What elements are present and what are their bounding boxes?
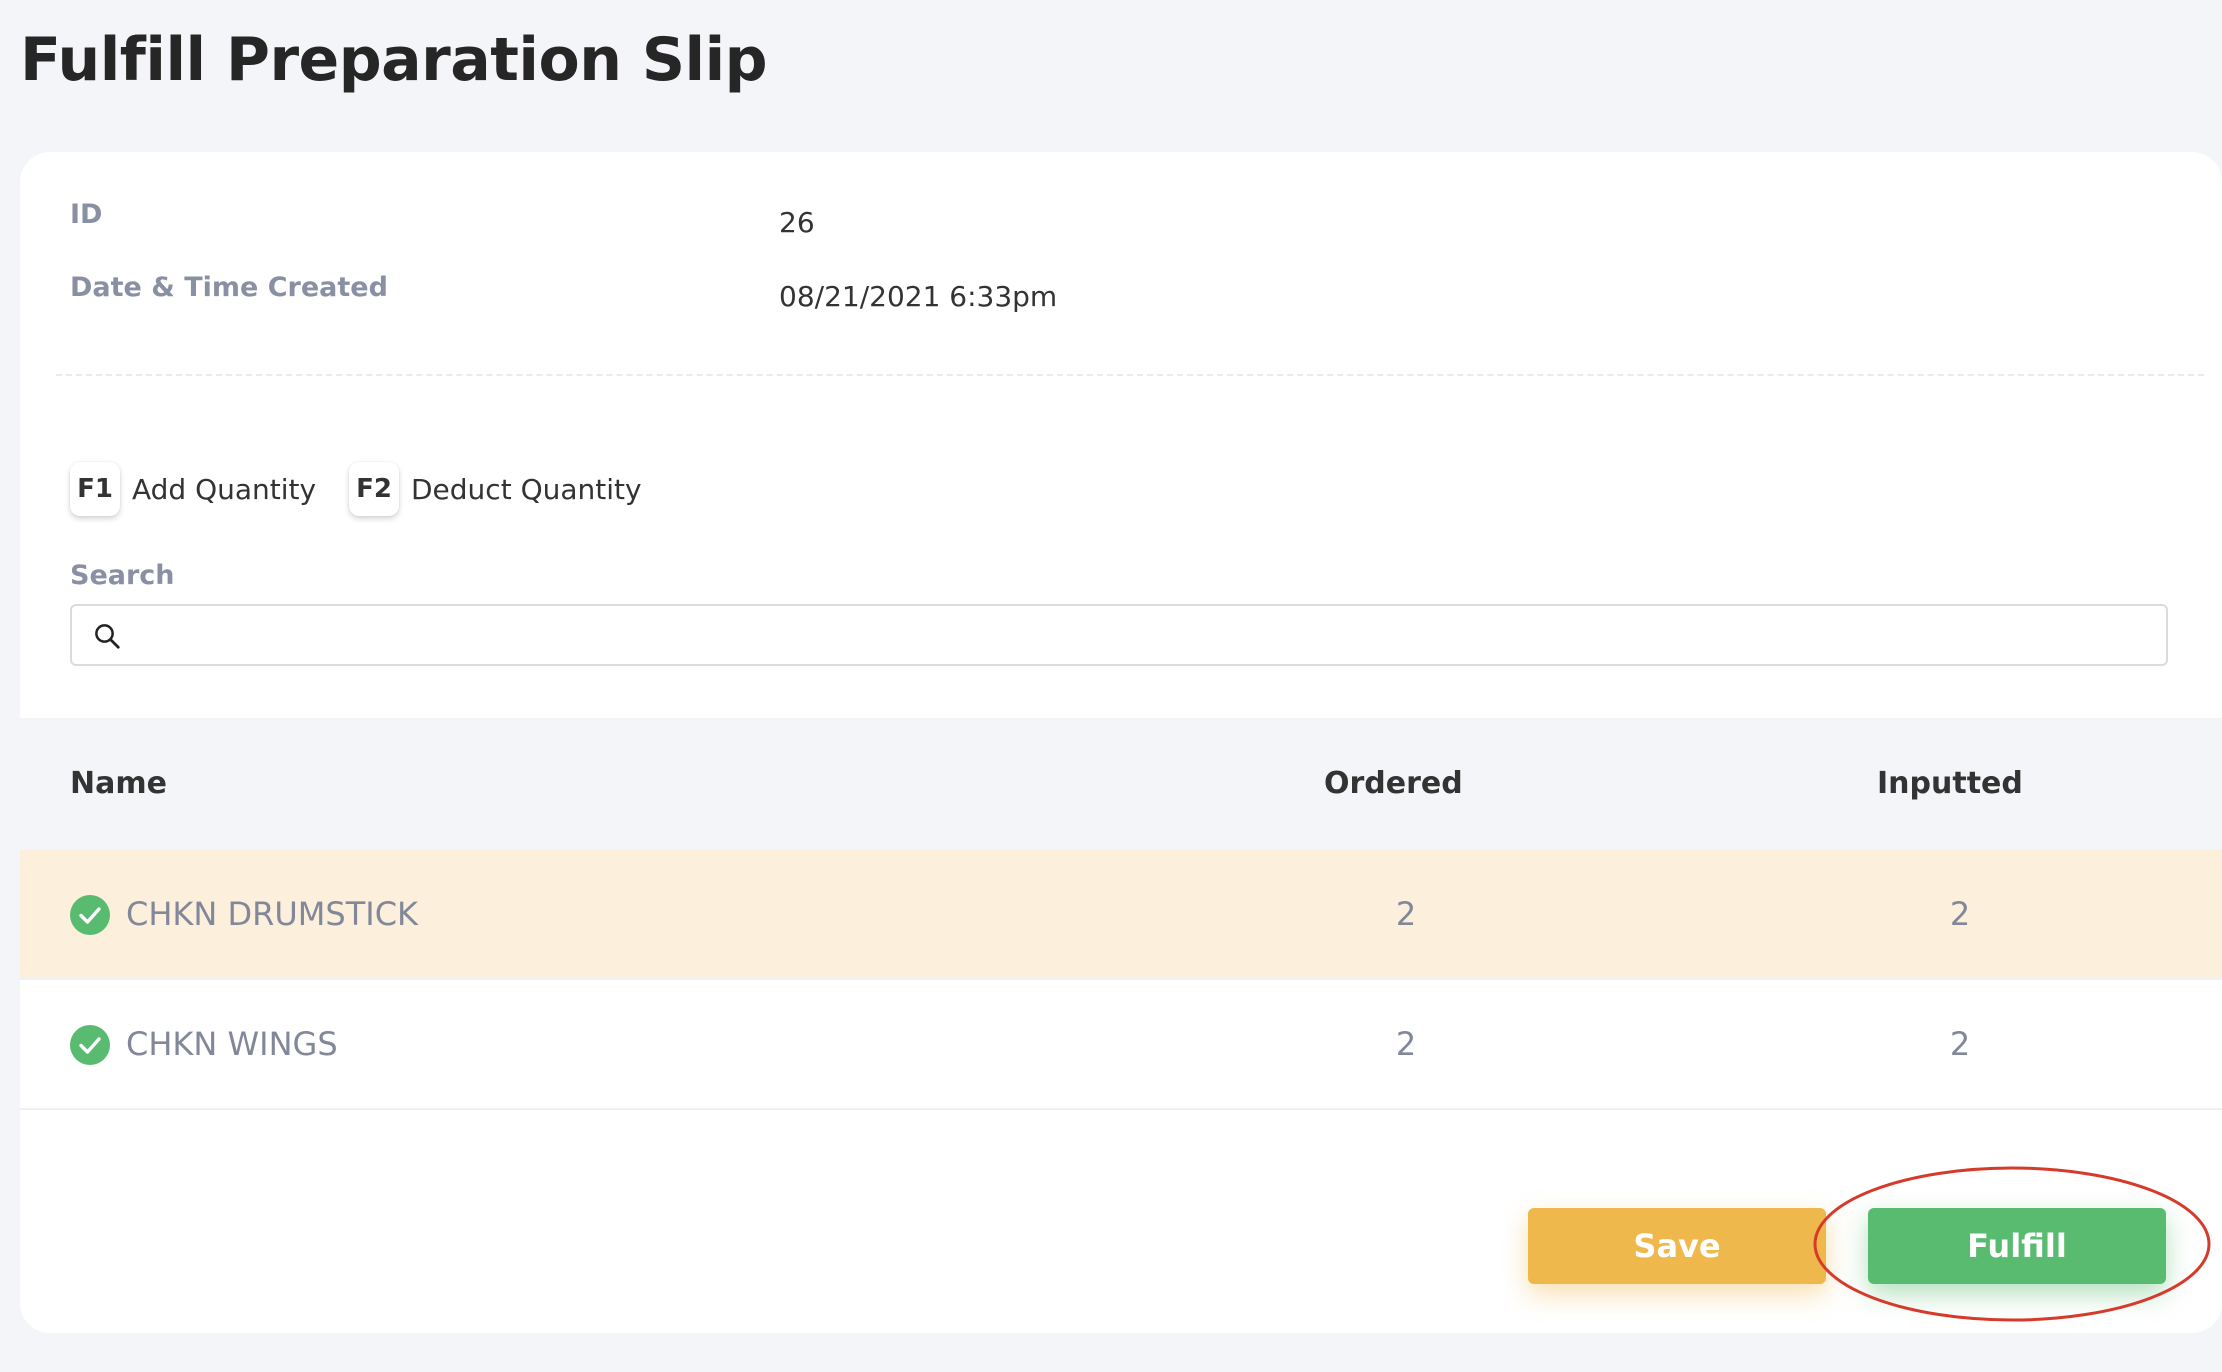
page-title: Fulfill Preparation Slip [20, 25, 768, 95]
ordered-quantity: 2 [1395, 895, 1417, 933]
inputted-quantity[interactable]: 2 [1900, 850, 2020, 978]
item-name: CHKN DRUMSTICK [126, 895, 419, 933]
check-circle-icon [70, 1025, 110, 1065]
inputted-quantity[interactable]: 2 [1900, 980, 2020, 1108]
section-divider [56, 374, 2204, 376]
f1-key[interactable]: F1 [70, 462, 120, 516]
table-row[interactable]: CHKN DRUMSTICK 2 2 [20, 850, 2222, 980]
check-circle-icon [70, 895, 110, 935]
column-header-ordered[interactable]: Ordered [1324, 718, 1463, 850]
item-name: CHKN WINGS [126, 1025, 338, 1063]
shortcut-deduct-quantity[interactable]: F2 Deduct Quantity [349, 462, 642, 516]
column-header-inputted[interactable]: Inputted [1877, 718, 2023, 850]
shortcut-deduct-quantity-label: Deduct Quantity [411, 472, 642, 506]
shortcut-add-quantity[interactable]: F1 Add Quantity [70, 462, 316, 516]
save-button[interactable]: Save [1528, 1208, 1826, 1284]
f2-key[interactable]: F2 [349, 462, 399, 516]
search-icon [95, 624, 120, 649]
ordered-quantity: 2 [1395, 1025, 1417, 1063]
date-created-label: Date & Time Created [70, 272, 388, 303]
id-value: 26 [779, 206, 815, 239]
date-created-value: 08/21/2021 6:33pm [779, 280, 1058, 313]
table-row[interactable]: CHKN WINGS 2 2 [20, 980, 2222, 1110]
search-label: Search [70, 560, 175, 591]
search-input[interactable] [136, 614, 2140, 660]
column-header-name[interactable]: Name [70, 718, 167, 850]
id-label: ID [70, 199, 103, 230]
fulfill-button[interactable]: Fulfill [1868, 1208, 2166, 1284]
preparation-slip-card: ID 26 Date & Time Created 08/21/2021 6:3… [20, 152, 2222, 1333]
search-box[interactable] [70, 604, 2168, 666]
shortcut-add-quantity-label: Add Quantity [132, 472, 317, 506]
table-header: Name Ordered Inputted [20, 718, 2222, 850]
